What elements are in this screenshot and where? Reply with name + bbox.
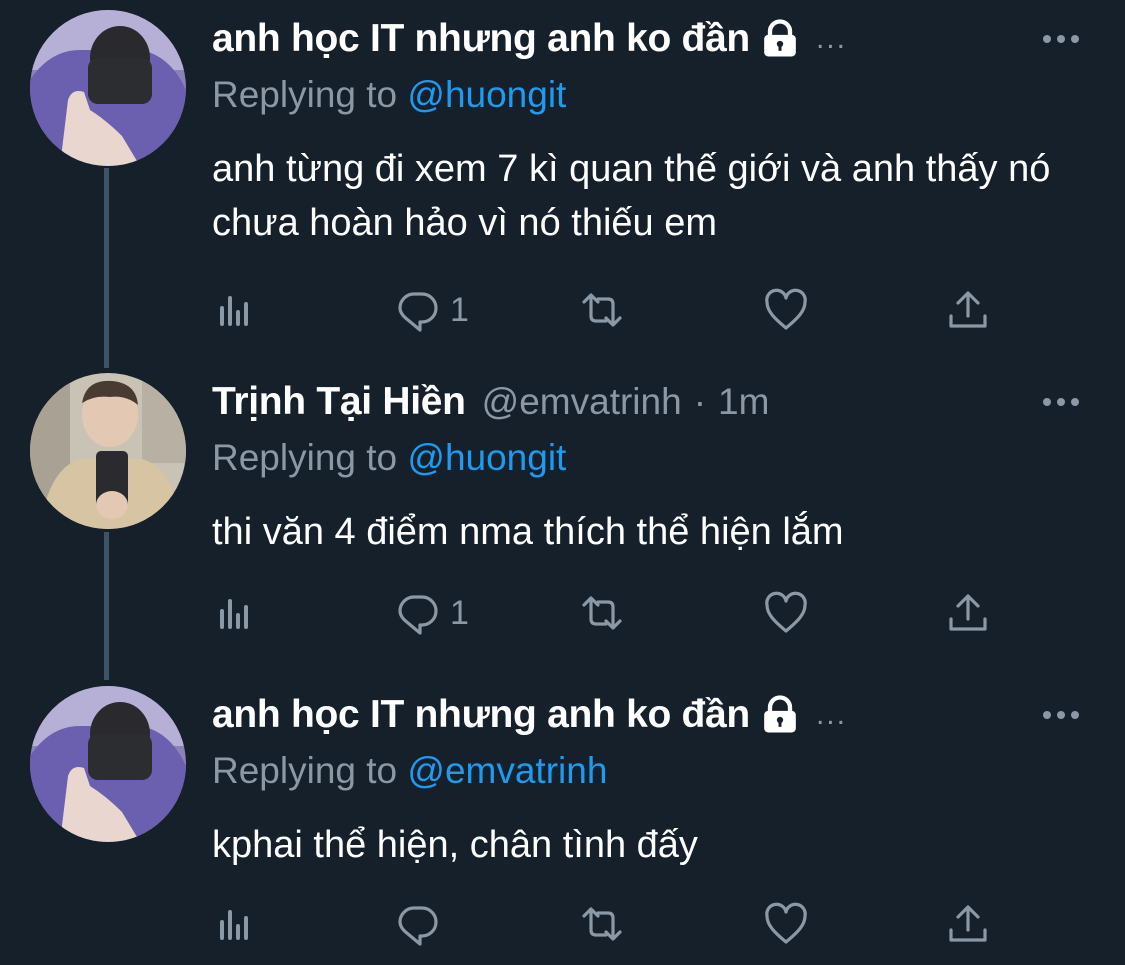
tweet-header: Trịnh Tại Hiền @emvatrinh · 1m	[212, 379, 769, 425]
avatar[interactable]	[30, 686, 186, 842]
retweet-icon	[582, 596, 622, 630]
display-name[interactable]: Trịnh Tại Hiền	[212, 380, 466, 424]
separator-dot: ·	[693, 381, 707, 422]
reply-icon	[398, 292, 438, 332]
replying-to-label: Replying to	[212, 74, 408, 115]
share-icon	[949, 594, 987, 631]
tweet-text: thi văn 4 điểm nma thích thể hiện lắm	[212, 511, 844, 553]
replying-to-label: Replying to	[212, 750, 408, 791]
share-button[interactable]	[946, 286, 990, 334]
tweet-text: anh từng đi xem 7 kì quan thế giới và an…	[212, 148, 1051, 244]
conversation-thread: anh học IT nhưng anh ko đần ... Replying…	[0, 0, 1125, 965]
like-button[interactable]	[764, 589, 808, 637]
user-handle[interactable]: @emvatrinh	[482, 381, 682, 423]
share-button[interactable]	[946, 900, 990, 948]
retweet-icon	[582, 293, 622, 327]
more-options-icon[interactable]	[1041, 708, 1081, 722]
replying-to-line: Replying to @huongit	[212, 437, 566, 479]
avatar-mirror-selfie-image	[30, 373, 186, 529]
replying-to-label: Replying to	[212, 437, 408, 478]
more-options-icon[interactable]	[1041, 32, 1081, 46]
reply-button[interactable]: 1	[396, 589, 469, 637]
tweet-header: anh học IT nhưng anh ko đần ...	[212, 692, 847, 738]
mention-link[interactable]: @huongit	[407, 437, 566, 478]
tweet-actions: 1	[212, 589, 1012, 637]
reply-count: 1	[450, 290, 469, 329]
share-icon	[949, 291, 987, 328]
reply-button[interactable]: 1	[396, 286, 469, 334]
tweet-header: anh học IT nhưng anh ko đần ...	[212, 16, 847, 62]
display-name[interactable]: anh học IT nhưng anh ko đần	[212, 693, 750, 737]
analytics-icon	[220, 296, 248, 326]
retweet-button[interactable]	[580, 900, 624, 948]
avatar[interactable]	[30, 373, 186, 529]
share-icon	[949, 905, 987, 942]
tweet[interactable]: anh học IT nhưng anh ko đần ... Replying…	[0, 686, 1125, 965]
mention-link[interactable]: @huongit	[407, 74, 566, 115]
lock-icon	[760, 695, 800, 735]
tweet[interactable]: anh học IT nhưng anh ko đần ... Replying…	[0, 10, 1125, 340]
timestamp[interactable]: 1m	[718, 381, 769, 423]
reply-count: 1	[450, 593, 469, 632]
share-button[interactable]	[946, 589, 990, 637]
like-button[interactable]	[764, 286, 808, 334]
like-icon	[765, 902, 807, 944]
reply-icon	[398, 595, 438, 635]
like-icon	[765, 288, 807, 330]
tweet-text: kphai thể hiện, chân tình đấy	[212, 824, 698, 866]
reply-icon	[398, 906, 438, 946]
display-name[interactable]: anh học IT nhưng anh ko đần	[212, 17, 750, 61]
lock-icon	[760, 19, 800, 59]
replying-to-line: Replying to @huongit	[212, 74, 566, 116]
analytics-button[interactable]	[212, 589, 256, 637]
truncation-ellipsis: ...	[815, 22, 847, 55]
avatar-masked-hoodie-image	[30, 686, 186, 842]
replying-to-line: Replying to @emvatrinh	[212, 750, 607, 792]
avatar[interactable]	[30, 10, 186, 166]
analytics-icon	[220, 599, 248, 629]
retweet-icon	[582, 907, 622, 941]
tweet[interactable]: Trịnh Tại Hiền @emvatrinh · 1m Replying …	[0, 373, 1125, 673]
analytics-icon	[220, 910, 248, 940]
analytics-button[interactable]	[212, 286, 256, 334]
retweet-button[interactable]	[580, 589, 624, 637]
retweet-button[interactable]	[580, 286, 624, 334]
analytics-button[interactable]	[212, 900, 256, 948]
reply-button[interactable]	[396, 900, 450, 948]
avatar-masked-hoodie-image	[30, 10, 186, 166]
like-icon	[765, 591, 807, 633]
tweet-actions: 1	[212, 286, 1012, 334]
more-options-icon[interactable]	[1041, 395, 1081, 409]
truncation-ellipsis: ...	[815, 698, 847, 731]
mention-link[interactable]: @emvatrinh	[407, 750, 607, 791]
tweet-actions	[212, 900, 1012, 948]
like-button[interactable]	[764, 900, 808, 948]
